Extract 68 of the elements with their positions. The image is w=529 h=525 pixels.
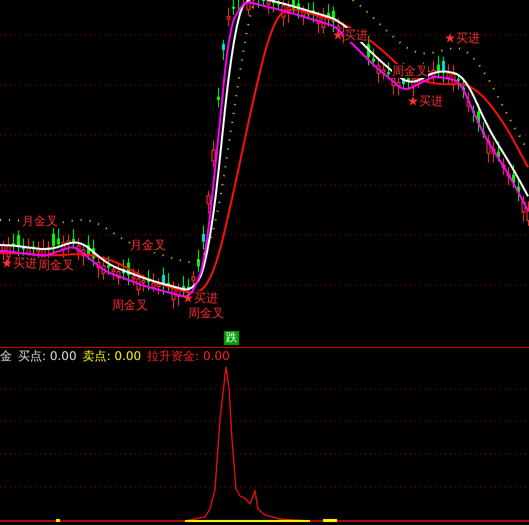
candlestick bbox=[327, 4, 330, 27]
candlestick bbox=[387, 62, 390, 79]
star-icon bbox=[2, 258, 12, 268]
candlestick bbox=[122, 259, 125, 280]
candlestick bbox=[372, 48, 375, 68]
candlestick bbox=[258, 0, 259, 8]
buy-signal-label: 买进 bbox=[344, 28, 368, 42]
candlestick bbox=[182, 276, 185, 296]
golden-cross-label: 周金叉 bbox=[38, 258, 74, 272]
legend-value: 拉升资金: 0.00 bbox=[147, 348, 230, 364]
candlestick bbox=[302, 5, 306, 26]
candlestick bbox=[226, 7, 230, 27]
candlestick bbox=[472, 104, 475, 123]
buy-signal-label: 买进 bbox=[419, 94, 443, 108]
legend-value: 卖点: 0.00 bbox=[82, 348, 142, 364]
candlestick bbox=[147, 270, 150, 291]
candlestick bbox=[232, 0, 235, 16]
golden-cross-label: 月金叉 bbox=[130, 238, 166, 252]
buy-signal-label: 买进 bbox=[194, 291, 218, 305]
trend-badge: 跌 bbox=[224, 331, 239, 345]
candlestick bbox=[297, 0, 300, 20]
candlestick bbox=[17, 230, 20, 258]
golden-cross-label: 周金叉 bbox=[112, 298, 148, 312]
golden-cross-label: 周金叉 bbox=[392, 64, 428, 78]
candlestick bbox=[197, 249, 200, 272]
candlestick bbox=[517, 178, 520, 202]
candlestick bbox=[206, 190, 210, 214]
candlestick bbox=[238, 0, 239, 10]
candlestick bbox=[442, 56, 445, 83]
candlestick bbox=[332, 6, 335, 32]
candlestick bbox=[512, 164, 515, 188]
candlestick bbox=[222, 39, 225, 60]
candlestick bbox=[72, 228, 75, 247]
candlestick bbox=[87, 234, 90, 260]
star-icon bbox=[333, 30, 343, 40]
candlestick bbox=[22, 238, 25, 256]
candlestick bbox=[312, 1, 315, 24]
candlestick bbox=[57, 228, 60, 249]
candlestick bbox=[202, 224, 205, 250]
candlestick bbox=[292, 0, 295, 14]
candlestick bbox=[307, 2, 310, 20]
candlestick bbox=[437, 55, 440, 80]
legend-value: 金 bbox=[0, 348, 12, 364]
candlestick bbox=[457, 74, 460, 90]
legend-value: 买点: 0.00 bbox=[18, 348, 77, 364]
candlestick bbox=[107, 256, 110, 276]
candlestick bbox=[212, 140, 216, 168]
golden-cross-label: 周金叉 bbox=[188, 306, 224, 320]
candlestick bbox=[167, 272, 170, 292]
star-icon bbox=[408, 96, 418, 106]
candlestick bbox=[217, 87, 220, 108]
buy-signal-label: 买进 bbox=[456, 31, 480, 45]
candlestick bbox=[277, 0, 280, 9]
candlestick bbox=[482, 122, 485, 139]
candlestick bbox=[272, 0, 275, 12]
candlestick bbox=[462, 78, 465, 99]
candlestick bbox=[262, 0, 265, 6]
golden-cross-label: 月金叉 bbox=[22, 214, 58, 228]
candlestick bbox=[92, 239, 95, 267]
buy-signal-label: 买进 bbox=[13, 256, 37, 270]
candlestick bbox=[497, 141, 500, 162]
candlestick bbox=[162, 267, 165, 296]
candlestick bbox=[477, 103, 480, 132]
star-icon bbox=[183, 293, 193, 303]
candlestick bbox=[12, 233, 15, 254]
star-icon bbox=[445, 33, 455, 43]
candlestick bbox=[127, 258, 130, 286]
candlestick bbox=[466, 91, 470, 112]
